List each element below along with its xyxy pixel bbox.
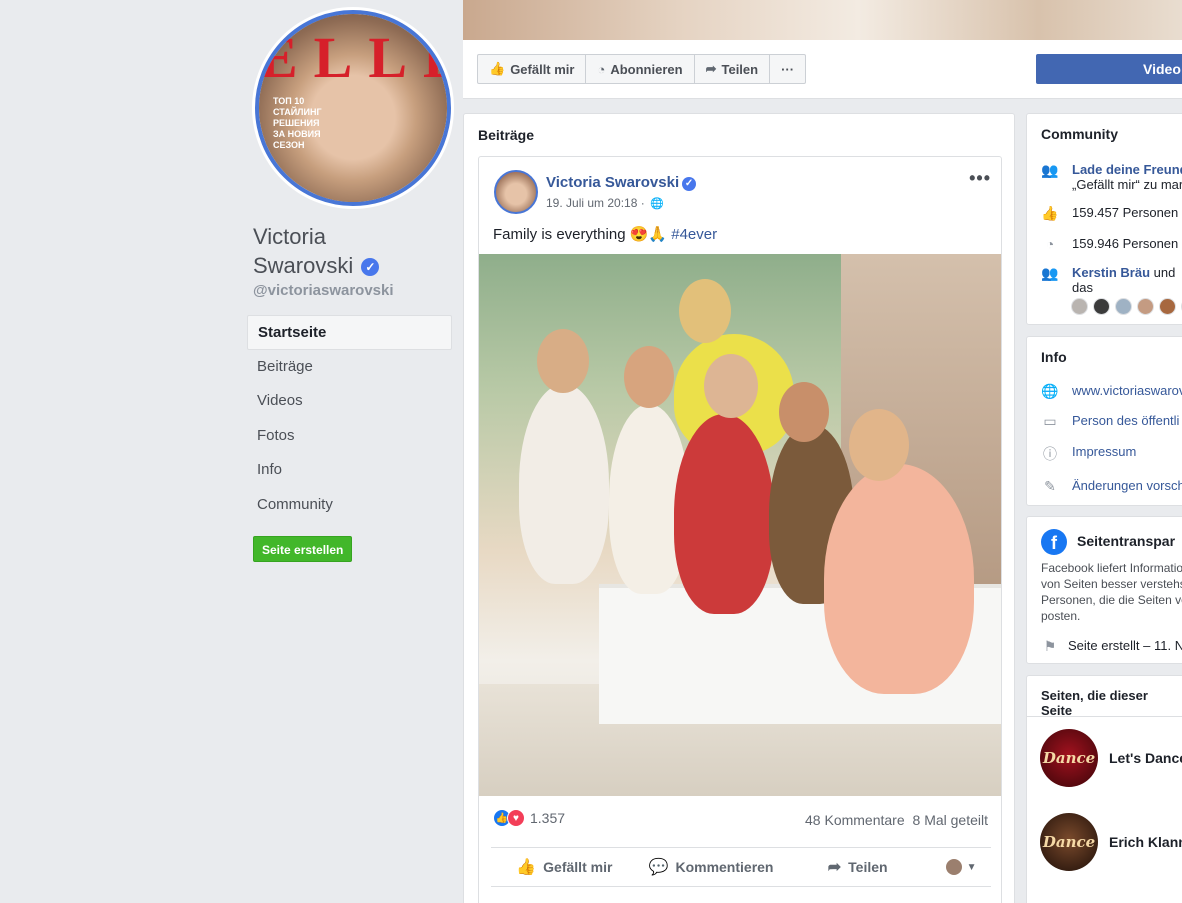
share-arrow-icon: ➦: [827, 859, 842, 876]
category-icon: ▭: [1043, 413, 1057, 429]
shares-count[interactable]: 8 Mal geteilt: [913, 812, 988, 828]
rss-icon: ◔: [1045, 236, 1055, 252]
invite-friends-row: 👥 Lade deine Freunde „Gefällt mir“ zu ma…: [1041, 162, 1182, 192]
follows-row: ◔ 159.946 Personen: [1041, 236, 1179, 252]
suggest-edits-link[interactable]: Änderungen vorsch: [1072, 478, 1182, 493]
post-author-avatar[interactable]: [494, 170, 538, 214]
elle-logo: ELLE: [259, 25, 447, 90]
posts-section-title: Beiträge: [478, 127, 535, 143]
nav-item-community[interactable]: Community: [247, 488, 452, 523]
comment-bubble-icon: 💬: [648, 859, 669, 876]
verified-badge-icon: ✓: [682, 177, 697, 191]
posts-section: Beiträge Victoria Swarovski ✓ 19. Juli um…: [463, 113, 1015, 903]
create-page-button[interactable]: Seite erstellen: [253, 536, 353, 562]
likes-row: 👍 159.457 Personen: [1041, 205, 1179, 221]
liked-page-item[interactable]: Dance Let's Dance: [1040, 729, 1182, 787]
love-reaction-icon: ♥: [507, 809, 525, 827]
impressum-row: ⓘ Impressum: [1041, 444, 1136, 464]
facebook-logo-icon: f: [1041, 529, 1067, 555]
chevron-down-icon: ▼: [966, 861, 977, 873]
community-panel: Community 👥 Lade deine Freunde „Gefällt …: [1026, 113, 1182, 325]
friends-like-row: 👥 Kerstin Bräu und das: [1041, 265, 1176, 295]
friend-avatar[interactable]: [1093, 298, 1110, 315]
post-timestamp[interactable]: 19. Juli um 20:18 · 🌐: [546, 196, 664, 210]
page-handle[interactable]: @victoriaswarovski: [253, 282, 394, 299]
audience-selector[interactable]: ▼: [931, 859, 991, 875]
hashtag-link[interactable]: #4ever: [671, 226, 717, 243]
left-navigation: Startseite Beiträge Videos Fotos Info Co…: [247, 315, 452, 522]
profile-picture[interactable]: ELLE ТОП 10 СТАЙЛИНГ РЕШЕНИЯ ЗА НОВИЯ СЕ…: [255, 10, 451, 206]
impressum-link[interactable]: Impressum: [1072, 444, 1136, 459]
invite-friends-link[interactable]: Lade deine Freunde: [1072, 162, 1182, 177]
people-icon: 👥: [1041, 162, 1059, 178]
verified-badge-icon: ✓: [361, 258, 380, 277]
friend-avatar[interactable]: [1137, 298, 1154, 315]
thumbs-up-icon: 👍: [1041, 205, 1059, 221]
post-text: Family is everything 😍🙏 #4ever: [493, 226, 718, 243]
lets-dance-logo: Dance: [1040, 729, 1098, 787]
friend-avatar[interactable]: [1071, 298, 1088, 315]
post-card: Victoria Swarovski ✓ 19. Juli um 20:18 · …: [478, 156, 1002, 903]
category-link[interactable]: Person des öffentli: [1072, 413, 1179, 428]
cover-photo[interactable]: [463, 0, 1182, 40]
friend-avatar[interactable]: [1159, 298, 1176, 315]
suggest-edits-row: ✎ Änderungen vorsch: [1041, 478, 1182, 495]
nav-item-beitraege[interactable]: Beiträge: [247, 350, 452, 385]
video-button[interactable]: Video: [1036, 54, 1182, 84]
info-circle-icon: ⓘ: [1043, 446, 1057, 462]
category-row: ▭ Person des öffentli: [1041, 413, 1179, 430]
more-options-button[interactable]: ···: [770, 55, 805, 83]
liked-pages-title: Seiten, die dieser Seite: [1041, 688, 1148, 718]
page-action-bar: 👍 Gefällt mir ◔ Abonnieren ➦ Teilen ···: [477, 54, 807, 84]
friend-avatars: [1071, 298, 1182, 315]
people-icon: 👥: [1041, 265, 1059, 281]
share-arrow-icon: ➦: [705, 61, 717, 76]
page-transparency-panel: f Seitentranspar Facebook liefert Inform…: [1026, 516, 1182, 664]
post-author[interactable]: Victoria Swarovski ✓: [546, 174, 697, 191]
share-page-button[interactable]: ➦ Teilen: [695, 55, 771, 83]
page-created-row: ⚑ Seite erstellt – 11. N: [1041, 638, 1182, 655]
post-share-button[interactable]: ➦ Teilen: [784, 857, 931, 877]
nav-item-startseite[interactable]: Startseite: [247, 315, 452, 350]
page-header: 👍 Gefällt mir ◔ Abonnieren ➦ Teilen ··· …: [463, 0, 1182, 99]
community-title[interactable]: Community: [1027, 114, 1182, 142]
transparency-description: Facebook liefert Informatio von Seiten b…: [1041, 561, 1182, 623]
like-page-button[interactable]: 👍 Gefällt mir: [478, 55, 587, 83]
globe-icon: 🌐: [650, 198, 664, 210]
liked-page-item[interactable]: Dance Erich Klann: [1040, 813, 1182, 871]
nav-item-info[interactable]: Info: [247, 453, 452, 488]
post-like-button[interactable]: 👍 Gefällt mir: [491, 857, 638, 877]
liked-pages-panel: Seiten, die dieser Seite Dance Let's Dan…: [1026, 675, 1182, 903]
nav-item-videos[interactable]: Videos: [247, 384, 452, 419]
thumbs-up-icon: 👍: [516, 859, 537, 876]
friend-avatar[interactable]: [1115, 298, 1132, 315]
more-icon: ···: [781, 61, 795, 77]
post-photo[interactable]: [479, 254, 1001, 796]
engagement-counts: 48 Kommentare 8 Mal geteilt: [801, 812, 988, 828]
globe-icon: 🌐: [1041, 383, 1059, 399]
flag-icon: ⚑: [1043, 638, 1057, 654]
transparency-title[interactable]: Seitentranspar: [1077, 533, 1175, 549]
comments-count[interactable]: 48 Kommentare: [805, 812, 905, 828]
website-link[interactable]: www.victoriaswarov: [1072, 383, 1182, 398]
info-panel: Info 🌐 www.victoriaswarov ▭ Person des ö…: [1026, 336, 1182, 506]
website-row: 🌐 www.victoriaswarov: [1041, 383, 1182, 400]
thumbs-up-icon: 👍: [489, 61, 506, 76]
info-title[interactable]: Info: [1027, 337, 1182, 365]
cover-text: ТОП 10 СТАЙЛИНГ РЕШЕНИЯ ЗА НОВИЯ СЕЗОН: [273, 96, 322, 150]
nav-item-fotos[interactable]: Fotos: [247, 419, 452, 454]
friend-link[interactable]: Kerstin Bräu: [1072, 265, 1150, 280]
follow-page-button[interactable]: ◔ Abonnieren: [586, 55, 695, 83]
reactions-summary[interactable]: 👍 ♥ 1.357: [493, 809, 565, 827]
pencil-icon: ✎: [1044, 478, 1056, 494]
erich-klann-avatar: Dance: [1040, 813, 1098, 871]
page-title[interactable]: Victoria Swarovski ✓: [253, 222, 443, 280]
post-action-bar: 👍 Gefällt mir 💬 Kommentieren ➦ Teilen ▼: [491, 847, 991, 887]
post-more-menu-icon[interactable]: •••: [969, 168, 991, 189]
viewer-avatar: [945, 859, 962, 875]
post-comment-button[interactable]: 💬 Kommentieren: [638, 857, 785, 877]
rss-icon: ◔: [597, 61, 606, 77]
